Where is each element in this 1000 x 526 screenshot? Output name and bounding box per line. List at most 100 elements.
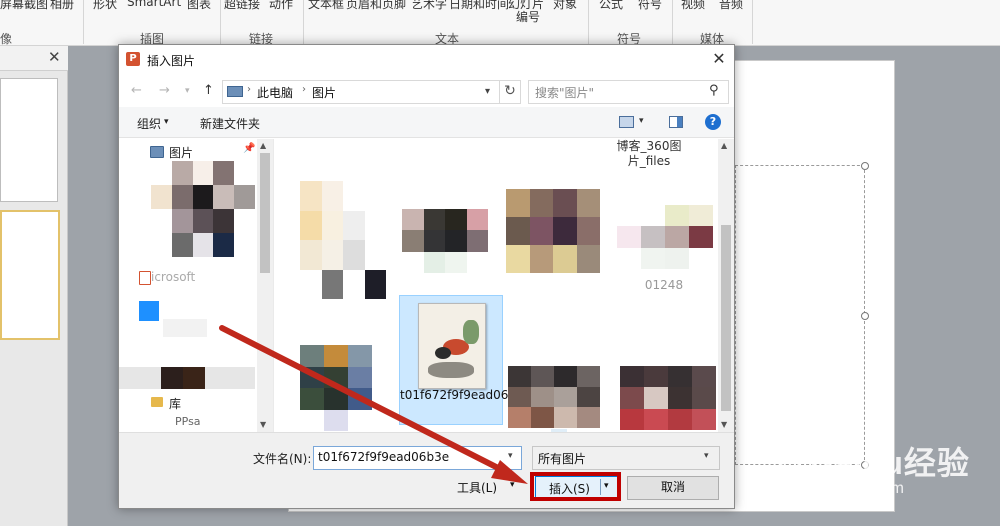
nav-item-pictures[interactable]: 图片 xyxy=(169,144,193,161)
path-segment[interactable]: 此电脑 xyxy=(257,84,293,101)
ribbon-shapes[interactable]: 形状 xyxy=(93,0,117,12)
content-placeholder[interactable] xyxy=(735,162,869,469)
ribbon-slide-number-2: 编号 xyxy=(516,10,541,24)
nav-item-sub[interactable]: PPsa xyxy=(175,415,201,428)
ribbon-symbol[interactable]: 符号 xyxy=(638,0,662,12)
tools-button[interactable]: 工具(L) xyxy=(457,479,497,496)
ribbon-header-footer[interactable]: 页眉和页脚 xyxy=(346,0,406,12)
ribbon-divider xyxy=(752,0,753,44)
close-button[interactable]: ✕ xyxy=(707,48,731,70)
filename-input[interactable]: t01f672f9f9ead06b3e ▾ xyxy=(313,446,522,470)
ribbon-chart[interactable]: 图表 xyxy=(187,0,211,12)
file-label[interactable]: 01248 xyxy=(634,278,694,293)
resize-handle[interactable] xyxy=(861,461,869,469)
ribbon-video[interactable]: 视频 xyxy=(681,0,705,12)
chevron-down-icon[interactable]: ▾ xyxy=(704,451,709,461)
filetype-select[interactable]: 所有图片 ▾ xyxy=(532,446,720,470)
up-button[interactable]: ↑ xyxy=(203,83,214,98)
nav-item-blurred[interactable] xyxy=(119,367,255,389)
ribbon-album[interactable]: 相册 xyxy=(50,0,74,12)
ribbon-screenshot[interactable]: 屏幕截图 xyxy=(0,0,48,12)
powerpoint-icon: P xyxy=(126,52,140,66)
ribbon: 屏幕截图 相册 形状 SmartArt 图表 超链接 动作 文本框 页眉和页脚 … xyxy=(0,0,1000,46)
nav-scrollbar-thumb[interactable] xyxy=(260,153,270,273)
slide-thumbnail[interactable] xyxy=(0,78,58,202)
file-thumbnail[interactable] xyxy=(300,181,386,299)
folder-label[interactable]: 博客_360图片_files xyxy=(614,139,684,169)
chevron-right-icon[interactable]: › xyxy=(247,84,251,95)
ribbon-textbox[interactable]: 文本框 xyxy=(308,0,344,12)
chevron-right-icon[interactable]: › xyxy=(302,84,306,95)
nav-item-blurred[interactable] xyxy=(163,319,207,337)
pictures-icon xyxy=(150,146,164,158)
ribbon-divider xyxy=(220,0,221,44)
ribbon-datetime[interactable]: 日期和时间 xyxy=(449,0,509,12)
navigation-pane: 图片 📌 icrosoft 库 PPsa ▲ ▼ xyxy=(119,139,273,432)
help-icon[interactable]: ? xyxy=(705,114,721,130)
ribbon-wordart[interactable]: 艺术字 xyxy=(411,0,447,12)
file-list-scrollbar-thumb[interactable] xyxy=(721,225,731,411)
ribbon-audio[interactable]: 音频 xyxy=(719,0,743,12)
scroll-down-icon[interactable]: ▼ xyxy=(260,420,266,429)
ribbon-object[interactable]: 对象 xyxy=(553,0,577,12)
insert-picture-dialog: P 插入图片 ✕ ← → ▾ ↑ › 此电脑 › 图片 ▾ ↻ 搜索"图片" ⚲… xyxy=(118,44,735,509)
powerpoint-icon xyxy=(139,271,151,285)
dialog-title: 插入图片 xyxy=(147,54,196,68)
ribbon-divider xyxy=(83,0,84,44)
file-thumbnail[interactable] xyxy=(508,366,600,428)
pin-icon[interactable]: 📌 xyxy=(243,143,255,154)
ribbon-hyperlink[interactable]: 超链接 xyxy=(224,0,260,12)
slide-thumbnail[interactable] xyxy=(0,210,60,340)
ribbon-action[interactable]: 动作 xyxy=(269,0,293,12)
filename-label: 文件名(N): xyxy=(253,452,312,466)
nav-item-libraries[interactable]: 库 xyxy=(169,395,181,412)
scroll-down-icon[interactable]: ▼ xyxy=(721,420,727,429)
dialog-titlebar: P 插入图片 ✕ xyxy=(119,45,734,75)
chevron-down-icon[interactable]: ▾ xyxy=(164,117,169,127)
folder-icon xyxy=(227,86,243,97)
chevron-down-icon[interactable]: ▾ xyxy=(510,480,515,490)
scroll-up-icon[interactable]: ▲ xyxy=(721,141,727,150)
new-folder-button[interactable]: 新建文件夹 xyxy=(200,115,260,132)
cancel-button[interactable]: 取消 xyxy=(627,476,719,500)
nav-item-blurred[interactable] xyxy=(151,161,255,257)
resize-handle[interactable] xyxy=(861,162,869,170)
search-input[interactable]: 搜索"图片" ⚲ xyxy=(528,80,729,104)
address-bar[interactable]: › 此电脑 › 图片 ▾ xyxy=(222,80,500,104)
file-thumbnail[interactable] xyxy=(402,209,488,273)
file-thumbnail[interactable] xyxy=(620,366,716,430)
file-thumbnail[interactable] xyxy=(506,189,600,273)
library-icon xyxy=(151,397,163,407)
resize-handle[interactable] xyxy=(861,312,869,320)
close-icon[interactable]: ✕ xyxy=(48,48,61,66)
search-icon[interactable]: ⚲ xyxy=(709,83,719,98)
file-thumbnail[interactable] xyxy=(300,345,372,431)
selected-file-item[interactable]: t01f672f9f9ead06b3e xyxy=(399,295,531,425)
chevron-down-icon[interactable]: ▾ xyxy=(508,451,513,461)
slides-pane-header: ✕ xyxy=(0,46,68,71)
chevron-down-icon[interactable]: ▾ xyxy=(639,116,644,126)
ribbon-equation[interactable]: 公式 xyxy=(599,0,623,12)
file-list: 博客_360图片_files 01248 t01f672f9f9ead06b3e… xyxy=(273,139,734,453)
filename-value: t01f672f9f9ead06b3e xyxy=(318,450,450,464)
scroll-up-icon[interactable]: ▲ xyxy=(260,141,266,150)
view-icon[interactable] xyxy=(619,116,634,128)
slides-pane: ✕ xyxy=(0,46,68,526)
back-button[interactable]: ← xyxy=(131,83,142,98)
refresh-button[interactable]: ↻ xyxy=(500,80,521,104)
organize-button[interactable]: 组织 xyxy=(137,115,161,132)
file-thumbnail[interactable] xyxy=(617,205,713,269)
chevron-down-icon[interactable]: ▾ xyxy=(485,86,490,97)
dialog-footer: 文件名(N): t01f672f9f9ead06b3e ▾ 所有图片 ▾ 工具(… xyxy=(119,432,734,508)
recent-chevron-icon[interactable]: ▾ xyxy=(185,86,190,96)
nav-item-powerpoint[interactable]: icrosoft xyxy=(151,270,195,284)
group-images: 像 xyxy=(0,32,13,46)
path-segment[interactable]: 图片 xyxy=(312,84,336,101)
forward-button[interactable]: → xyxy=(159,83,170,98)
highlight-box xyxy=(530,472,621,501)
ribbon-divider xyxy=(303,0,304,44)
ribbon-smartart[interactable]: SmartArt xyxy=(127,0,181,9)
onedrive-icon xyxy=(139,301,159,321)
filetype-value: 所有图片 xyxy=(538,452,587,466)
preview-pane-icon[interactable] xyxy=(669,116,683,128)
